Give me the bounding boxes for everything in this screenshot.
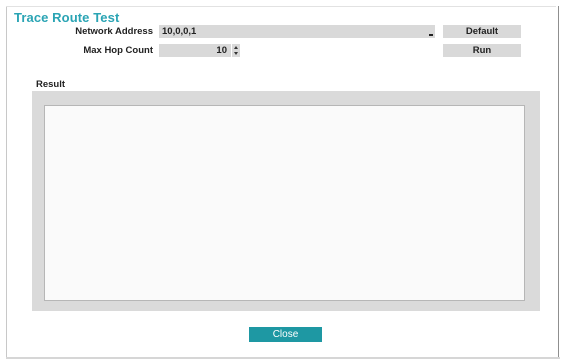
chevron-down-icon[interactable] — [233, 50, 239, 56]
run-button[interactable]: Run — [443, 44, 521, 57]
dialog-top-border — [6, 6, 556, 7]
default-button[interactable]: Default — [443, 25, 521, 38]
max-hop-count-label: Max Hop Count — [83, 45, 153, 56]
network-address-input[interactable]: 10,0,0,1 — [159, 25, 435, 38]
dialog-title: Trace Route Test — [14, 10, 120, 25]
network-address-label: Network Address — [75, 26, 153, 37]
dialog-bottom-border — [6, 357, 560, 359]
close-button[interactable]: Close — [249, 327, 322, 342]
max-hop-count-input[interactable]: 10 — [159, 44, 231, 57]
result-output[interactable] — [44, 105, 525, 301]
result-label: Result — [36, 79, 66, 90]
result-panel — [32, 91, 540, 311]
max-hop-count-spinner — [232, 44, 240, 57]
text-cursor-icon — [429, 34, 433, 36]
